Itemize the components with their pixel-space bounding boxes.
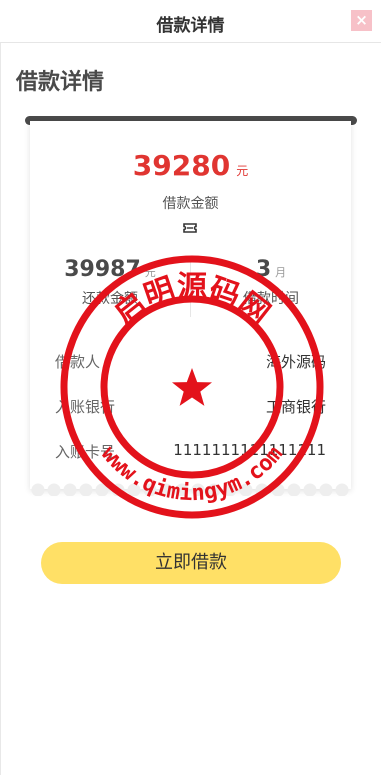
borrow-now-button[interactable]: 立即借款 xyxy=(41,542,341,584)
scallop xyxy=(111,483,125,496)
window-title: 借款详情 xyxy=(156,16,225,36)
repay-amount-label: 还款金额 xyxy=(82,291,138,307)
card-number-value: 1111111111111111 xyxy=(173,441,326,459)
scallop xyxy=(47,483,61,496)
repay-amount-unit: 元 xyxy=(144,266,156,279)
scallop xyxy=(287,483,301,496)
bank-label: 入账银行 xyxy=(55,398,116,416)
close-icon[interactable]: × xyxy=(351,10,372,31)
scallop xyxy=(175,483,189,496)
card-number-label: 入账卡号 xyxy=(55,443,116,461)
scallop xyxy=(127,483,141,496)
loan-amount: 39280 xyxy=(132,149,231,182)
repay-amount-block: 39987 元 还款金额 xyxy=(30,257,190,308)
scallop xyxy=(143,483,157,496)
ticket-icon xyxy=(183,223,197,233)
loan-term-label: 借款时间 xyxy=(243,291,299,307)
scallop xyxy=(159,483,173,496)
loan-receipt-card: 39280 元 借款金额 39987 元 还款金额 3月 借款时间 借款人 海外源码… xyxy=(30,121,351,489)
scallop xyxy=(95,483,109,496)
bank-value: 工商银行 xyxy=(265,398,326,416)
loan-amount-unit: 元 xyxy=(236,164,249,178)
scallop xyxy=(335,483,349,496)
scallop xyxy=(319,483,333,496)
scallop xyxy=(255,483,269,496)
receipt-scallop-edge xyxy=(31,483,349,496)
scallop xyxy=(223,483,237,496)
loan-term-unit: 月 xyxy=(275,266,287,279)
left-border xyxy=(0,43,1,775)
loan-amount-label: 借款金额 xyxy=(162,196,219,212)
repay-amount: 39987 xyxy=(64,257,141,282)
borrower-value: 海外源码 xyxy=(265,353,326,371)
scallop xyxy=(79,483,93,496)
scallop xyxy=(271,483,285,496)
scallop xyxy=(303,483,317,496)
loan-term-block: 3月 借款时间 xyxy=(191,257,351,308)
page-title: 借款详情 xyxy=(16,70,105,95)
scallop xyxy=(31,483,45,496)
loan-term: 3 xyxy=(255,257,272,282)
scallop xyxy=(207,483,221,496)
top-bar: 借款详情 × xyxy=(0,0,381,43)
scallop xyxy=(239,483,253,496)
borrower-label: 借款人 xyxy=(55,353,101,371)
loan-amount-row: 39280 元 xyxy=(30,149,351,182)
scallop xyxy=(191,483,205,496)
scallop xyxy=(63,483,77,496)
